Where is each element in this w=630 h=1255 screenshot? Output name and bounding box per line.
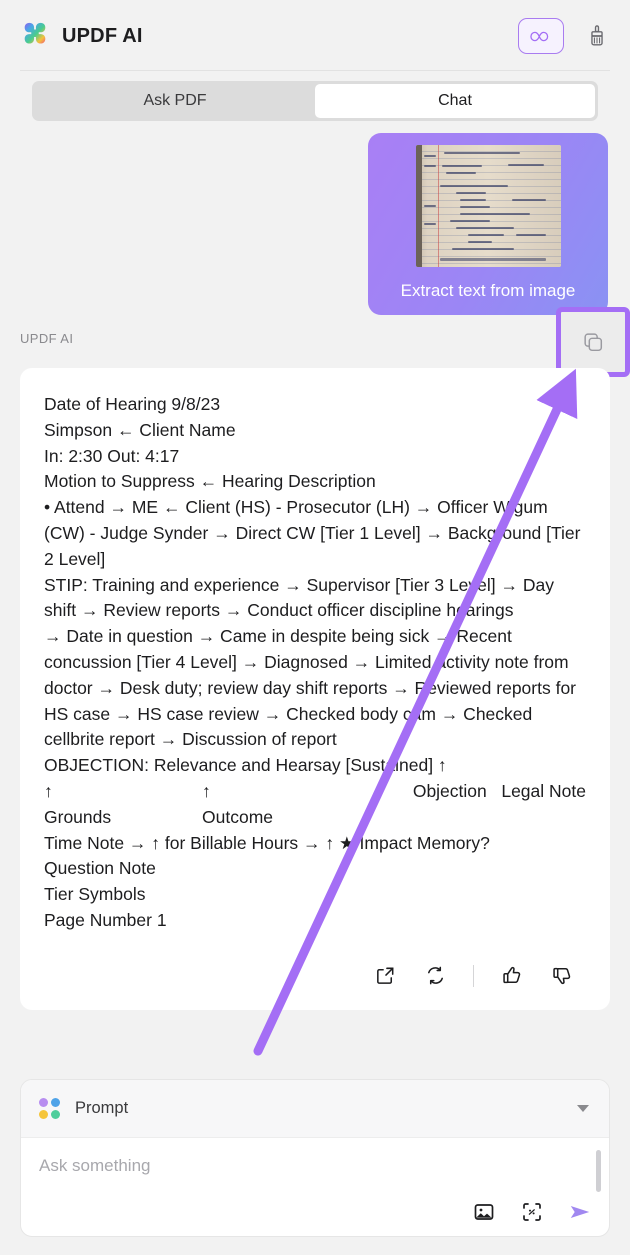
- refresh-regenerate-icon[interactable]: [421, 962, 449, 990]
- answer-line: Date of Hearing 9/8/23: [44, 394, 221, 414]
- brand-name: UPDF AI: [62, 24, 143, 47]
- answer-column-row-arrows: ↑ ↑ Objection Legal Note: [44, 779, 586, 805]
- updf-ai-panel: UPDF AI Ask PDF Chat Extract text from i…: [0, 0, 630, 1255]
- answer-line: Time Note → ↑ for Billable Hours → ↑ ★ I…: [44, 832, 490, 853]
- updf-flower-logo-icon: [20, 21, 50, 51]
- assistant-action-bar: [44, 952, 586, 1000]
- prompt-selector[interactable]: Prompt: [21, 1080, 609, 1138]
- message-input-area[interactable]: Ask something: [21, 1138, 609, 1236]
- thumbs-up-icon[interactable]: [498, 962, 526, 990]
- thumbnail-margin-line: [437, 145, 439, 267]
- assistant-answer-text: Date of Hearing 9/8/23 Simpson ← Client …: [44, 392, 586, 934]
- copy-icon[interactable]: [556, 307, 630, 377]
- user-message-text: Extract text from image: [400, 281, 576, 300]
- answer-line: • Attend → ME ← Client (HS) - Prosecutor…: [44, 497, 581, 569]
- composer-actions: [471, 1199, 593, 1225]
- objection-legal-note-label: Objection Legal Note: [412, 780, 586, 801]
- brand: UPDF AI: [20, 21, 143, 51]
- header-actions: [518, 18, 612, 54]
- answer-line: → Date in question → Came in despite bei…: [44, 626, 577, 750]
- prompt-dots-icon: [39, 1097, 61, 1120]
- attached-image-thumbnail[interactable]: [415, 145, 561, 267]
- header-divider: [20, 70, 610, 71]
- input-scrollbar[interactable]: [596, 1150, 601, 1192]
- thumbs-down-icon[interactable]: [548, 962, 576, 990]
- mode-tabs: Ask PDF Chat: [32, 81, 598, 121]
- infinity-icon[interactable]: [518, 18, 564, 54]
- answer-line: Tier Symbols: [44, 884, 146, 905]
- answer-column-row-labels: Grounds Outcome: [44, 805, 586, 831]
- grounds-arrow: ↑: [44, 780, 53, 801]
- answer-line: In: 2:30 Out: 4:17: [44, 445, 180, 466]
- tab-ask-pdf[interactable]: Ask PDF: [35, 84, 315, 118]
- answer-line: OBJECTION: Relevance and Hearsay [Sustai…: [44, 755, 447, 776]
- chat-scroll-area[interactable]: Extract text from image UPDF AI Date of …: [0, 128, 630, 1058]
- assistant-answer-card: Date of Hearing 9/8/23 Simpson ← Client …: [20, 368, 610, 1010]
- outcome-label: Outcome: [202, 806, 273, 827]
- answer-line: Motion to Suppress ← Hearing Description: [44, 471, 376, 492]
- answer-line: STIP: Training and experience → Supervis…: [44, 574, 554, 621]
- tab-chat[interactable]: Chat: [315, 84, 595, 118]
- app-header: UPDF AI: [0, 0, 630, 72]
- screenshot-capture-icon[interactable]: [519, 1199, 545, 1225]
- prompt-label: Prompt: [75, 1099, 129, 1117]
- assistant-header: UPDF AI: [0, 307, 630, 377]
- assistant-name-label: UPDF AI: [20, 331, 74, 346]
- grounds-label: Grounds: [44, 806, 112, 827]
- chevron-down-icon[interactable]: [577, 1105, 589, 1112]
- composer: Prompt Ask something: [20, 1079, 610, 1237]
- answer-line: Simpson ← Client Name: [44, 419, 236, 440]
- outcome-arrow: ↑: [202, 780, 211, 801]
- action-divider: [473, 964, 474, 987]
- brush-icon[interactable]: [582, 20, 612, 52]
- send-icon[interactable]: [567, 1199, 593, 1225]
- share-export-icon[interactable]: [371, 962, 399, 990]
- answer-line: Page Number 1: [44, 909, 167, 930]
- user-message-bubble: Extract text from image: [368, 133, 608, 315]
- image-upload-icon[interactable]: [471, 1199, 497, 1225]
- thumbnail-binding-edge: [415, 145, 422, 267]
- answer-line: Question Note: [44, 858, 156, 879]
- ask-input-placeholder[interactable]: Ask something: [39, 1156, 589, 1176]
